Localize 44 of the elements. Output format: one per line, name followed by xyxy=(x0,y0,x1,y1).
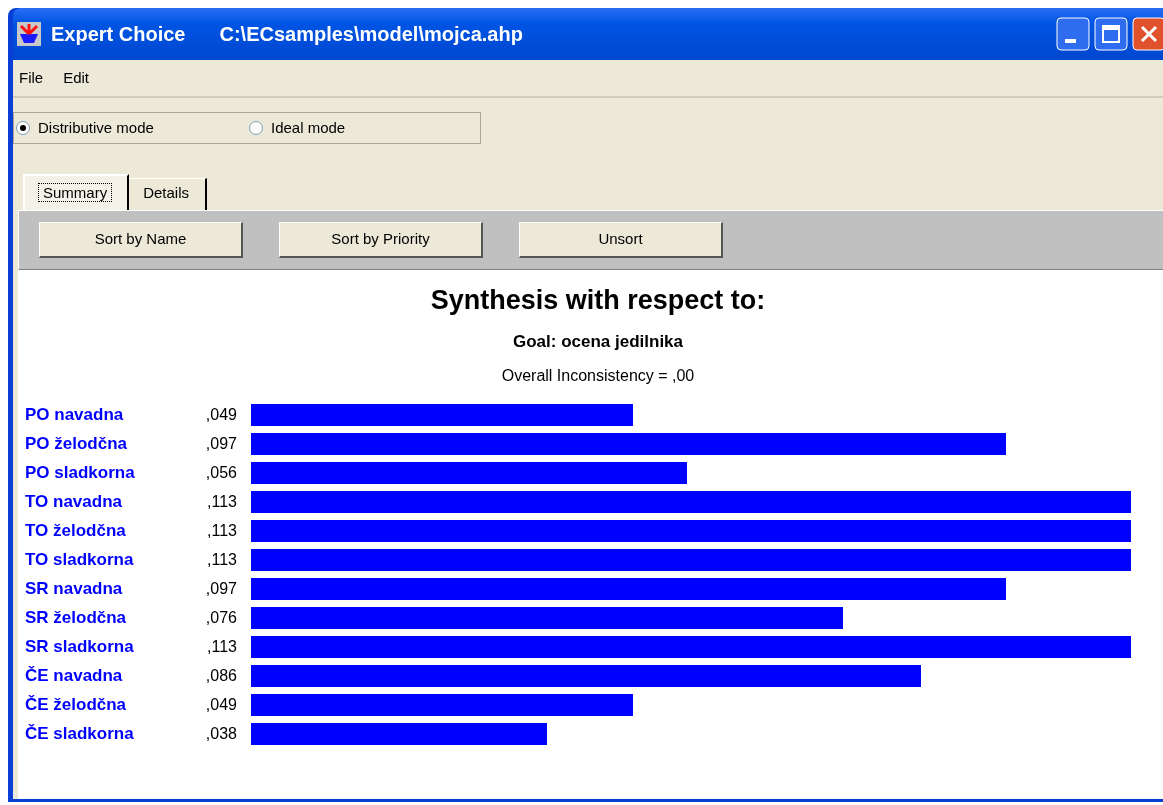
alternative-name: TO želodčna xyxy=(25,519,127,542)
priority-value: ,097 xyxy=(204,578,237,599)
alternative-name: SR sladkorna xyxy=(25,635,135,658)
window-title: Expert Choice xyxy=(51,22,186,47)
maximize-button[interactable] xyxy=(1094,17,1128,51)
alternative-name: ČE želodčna xyxy=(25,693,128,716)
alternative-name: SR navadna xyxy=(25,577,124,600)
priority-value: ,113 xyxy=(206,491,237,512)
priority-value: ,113 xyxy=(206,549,237,570)
file-path: C:\ECsamples\model\mojca.ahp xyxy=(219,22,523,47)
sort-button[interactable]: Sort by Name xyxy=(39,222,243,258)
priority-value: ,038 xyxy=(204,723,237,744)
priority-value: ,049 xyxy=(204,694,237,715)
alternative-name: PO navadna xyxy=(25,403,125,426)
alternative-name: SR želodčna xyxy=(25,606,128,629)
radio-label[interactable]: Ideal mode xyxy=(271,116,346,140)
radio-button[interactable] xyxy=(249,121,263,135)
menu-item[interactable]: Edit xyxy=(63,66,90,90)
priority-value: ,113 xyxy=(206,636,237,657)
synthesis-title: Synthesis with respect to: xyxy=(429,284,767,317)
alternative-name: ČE navadna xyxy=(25,664,124,687)
alternative-name: PO sladkorna xyxy=(25,461,136,484)
radio-button[interactable] xyxy=(16,121,30,135)
priority-value: ,097 xyxy=(204,433,237,454)
alternative-name: TO sladkorna xyxy=(25,548,135,571)
priority-value: ,076 xyxy=(204,607,237,628)
alternative-name: ČE sladkorna xyxy=(25,722,135,745)
close-button[interactable] xyxy=(1132,17,1163,51)
app-logo-icon xyxy=(17,22,41,46)
priority-value: ,056 xyxy=(204,462,237,483)
priority-value: ,086 xyxy=(204,665,237,686)
sort-button[interactable]: Sort by Priority xyxy=(279,222,483,258)
inconsistency-label: Overall Inconsistency = ,00 xyxy=(500,366,696,386)
priority-value: ,049 xyxy=(204,404,237,425)
radio-label[interactable]: Distributive mode xyxy=(38,116,154,140)
alternative-name: TO navadna xyxy=(25,490,123,513)
tab[interactable]: Details xyxy=(129,177,208,210)
sort-button[interactable]: Unsort xyxy=(519,222,723,258)
goal-label: Goal: ocena jedilnika xyxy=(511,330,685,353)
priority-value: ,113 xyxy=(206,520,237,541)
minimize-button[interactable] xyxy=(1056,17,1090,51)
menu-item[interactable]: File xyxy=(19,66,44,90)
alternative-name: PO želodčna xyxy=(25,432,129,455)
tab[interactable]: Summary xyxy=(23,173,130,210)
